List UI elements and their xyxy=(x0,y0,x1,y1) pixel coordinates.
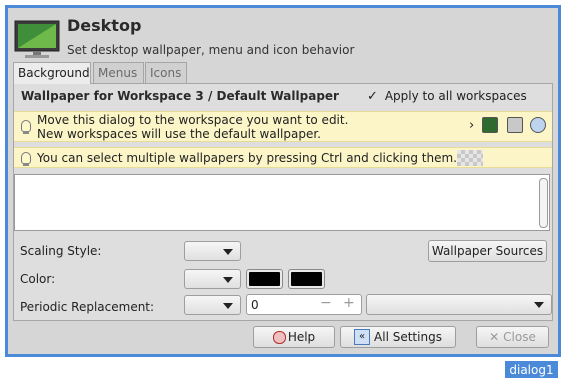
dialog-body: Desktop Set desktop wallpaper, menu and … xyxy=(8,8,558,354)
scaling-style-label: Scaling Style: xyxy=(20,244,102,258)
wallpaper-sources-button[interactable]: Wallpaper Sources xyxy=(428,240,547,262)
chevron-down-icon xyxy=(223,249,233,255)
dialog-name-tag: dialog1 xyxy=(505,361,558,378)
help-button-label: Help xyxy=(287,330,316,344)
periodic-unit-select[interactable] xyxy=(366,294,552,315)
periodic-replacement-label: Periodic Replacement: xyxy=(20,300,155,314)
page-subtitle: Set desktop wallpaper, menu and icon beh… xyxy=(67,43,355,57)
checkmark-icon: ✓ xyxy=(367,89,378,104)
dialog-window: Desktop Set desktop wallpaper, menu and … xyxy=(5,5,561,357)
globe-icon[interactable] xyxy=(530,117,546,133)
chevron-down-icon xyxy=(223,303,233,309)
close-icon: ✕ xyxy=(489,330,500,344)
checker-pattern-icon xyxy=(457,150,483,166)
wallpaper-list-scrollbar[interactable] xyxy=(539,178,548,228)
page-title: Desktop xyxy=(67,16,142,35)
monitor-icon[interactable] xyxy=(482,117,498,133)
close-button-label: Close xyxy=(503,330,536,344)
color-label: Color: xyxy=(20,272,56,286)
minus-icon[interactable]: − xyxy=(320,295,332,311)
all-settings-button[interactable]: « All Settings xyxy=(340,326,456,348)
chevron-down-icon xyxy=(534,302,544,308)
help-icon xyxy=(272,330,286,344)
color-button-secondary[interactable] xyxy=(288,269,325,289)
info-line-2: New workspaces will use the default wall… xyxy=(37,127,321,141)
desktop-app-icon xyxy=(14,20,60,60)
periodic-mode-select[interactable] xyxy=(184,295,241,315)
tab-icons[interactable]: Icons xyxy=(145,62,187,83)
scaling-style-select[interactable] xyxy=(184,241,241,261)
back-arrow-icon: « xyxy=(354,329,371,345)
lightbulb-icon xyxy=(21,120,31,134)
wallpaper-header-title: Wallpaper for Workspace 3 / Default Wall… xyxy=(21,89,339,103)
lightbulb-icon xyxy=(21,152,31,166)
close-button[interactable]: ✕ Close xyxy=(476,326,549,348)
apply-all-label: Apply to all workspaces xyxy=(384,89,527,103)
periodic-interval-value[interactable]: 0 xyxy=(251,298,259,312)
tab-background[interactable]: Background xyxy=(13,62,91,84)
calculator-icon[interactable] xyxy=(507,117,523,133)
info-line-1: Move this dialog to the workspace you wa… xyxy=(37,113,349,127)
color-swatch-secondary xyxy=(291,272,322,286)
chevron-right-icon[interactable]: › xyxy=(469,118,474,133)
plus-icon[interactable]: + xyxy=(343,295,355,311)
periodic-interval-spinner[interactable]: 0 − + xyxy=(246,294,362,315)
info-bar-multiselect: You can select multiple wallpapers by pr… xyxy=(14,147,552,168)
color-swatch-primary xyxy=(249,272,280,286)
color-button-primary[interactable] xyxy=(246,269,283,289)
chevron-down-icon xyxy=(223,277,233,283)
info-multiselect-text: You can select multiple wallpapers by pr… xyxy=(37,151,457,165)
apply-all-checkbox[interactable]: ✓ Apply to all workspaces xyxy=(367,89,527,104)
wallpaper-list[interactable] xyxy=(14,174,550,231)
all-settings-label: All Settings xyxy=(374,330,442,344)
info-bar-workspace: Move this dialog to the workspace you wa… xyxy=(14,111,552,142)
help-button[interactable]: Help xyxy=(253,326,335,348)
color-style-select[interactable] xyxy=(184,269,241,289)
tab-menus[interactable]: Menus xyxy=(93,62,144,83)
